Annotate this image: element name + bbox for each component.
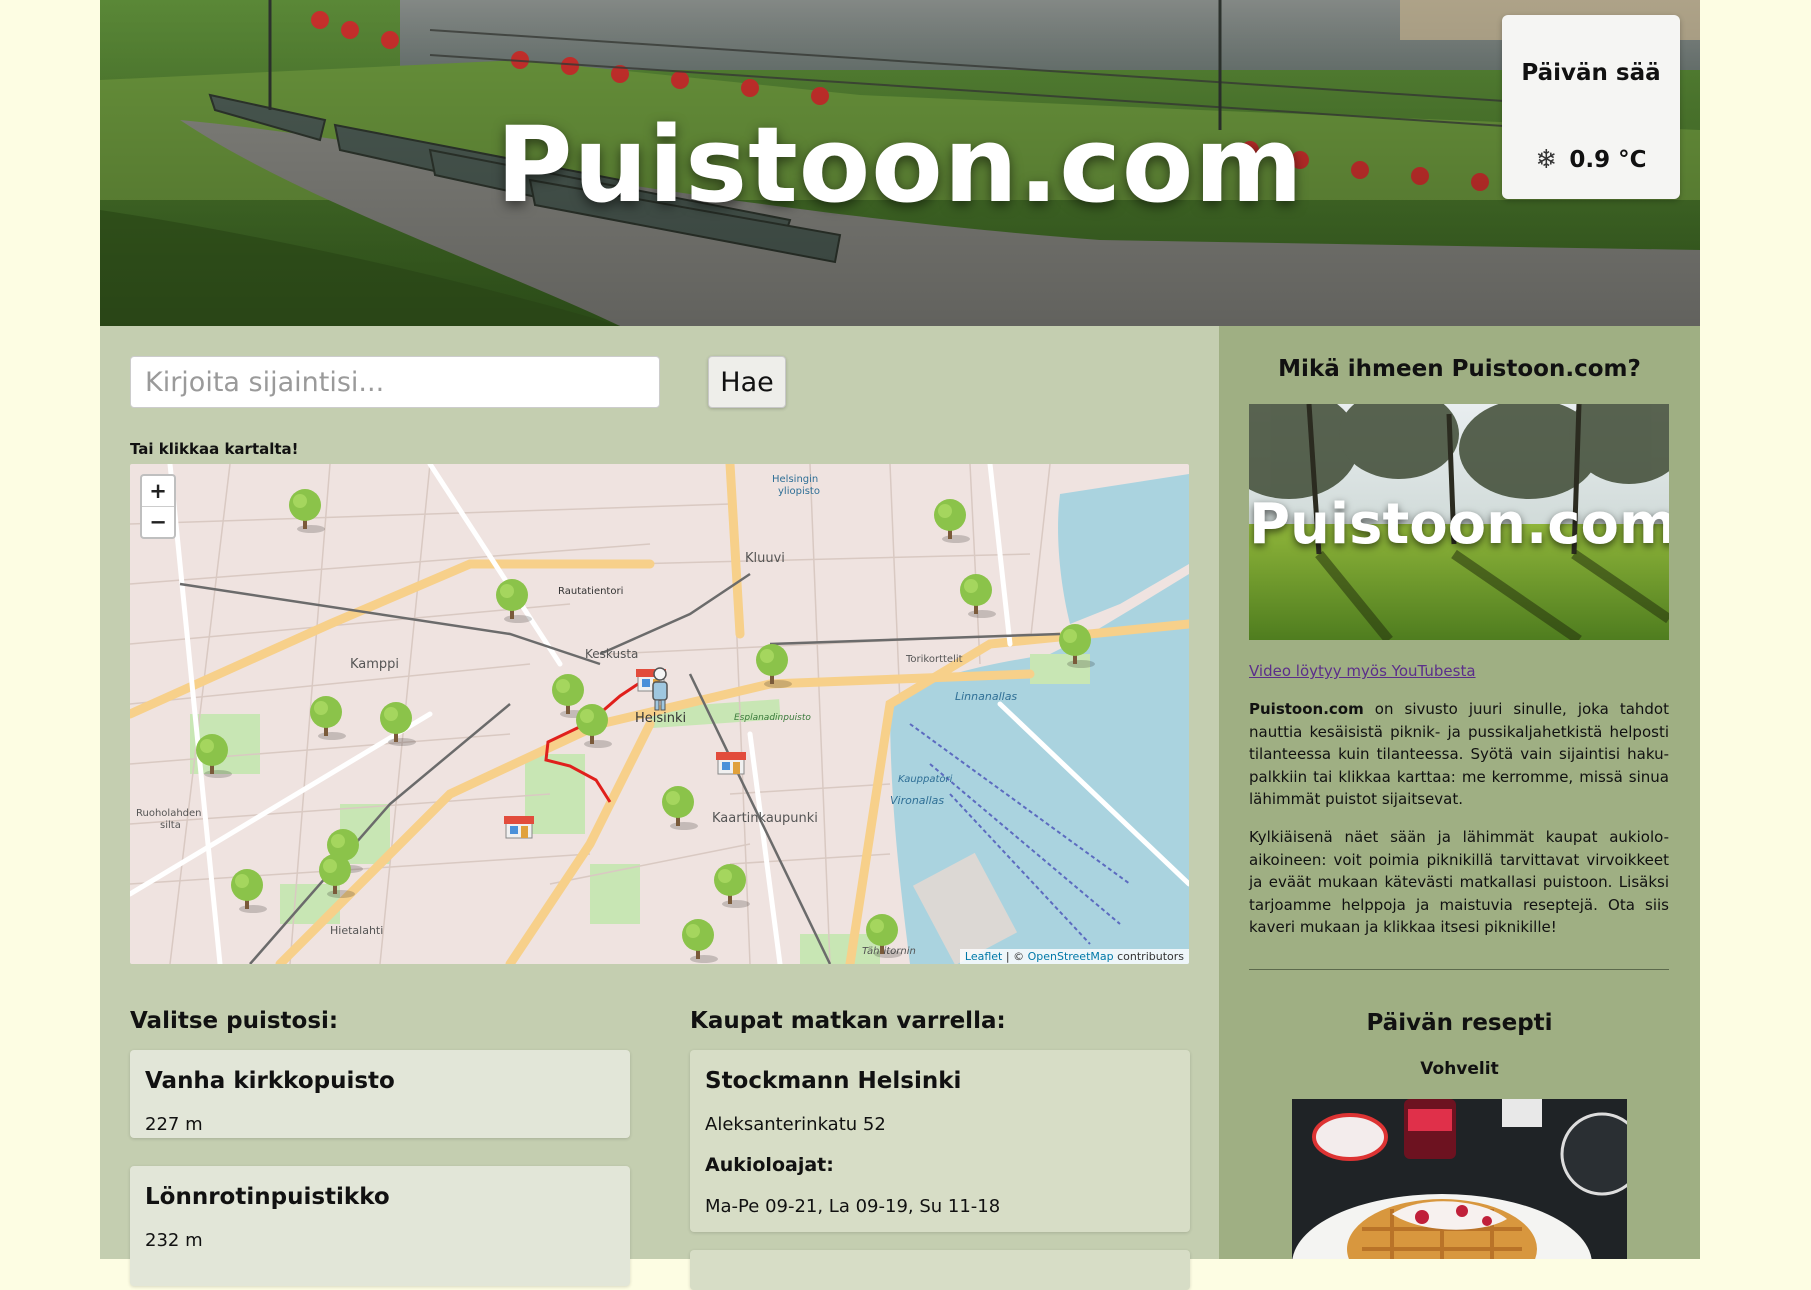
map-label-hietalahti: Hietalahti: [330, 924, 383, 937]
attribution-separator: | ©: [1002, 950, 1028, 963]
video-thumb-title: Puistoon.com: [1249, 492, 1669, 557]
map-zoom-control: + −: [140, 474, 176, 539]
search-button[interactable]: Hae: [708, 356, 786, 408]
map-label-rautatientori: Rautatientori: [558, 586, 623, 597]
snowflake-icon: ❄: [1535, 145, 1558, 175]
map-label-kauppatori: Kauppatori: [898, 774, 953, 785]
map-label-yliopisto: Helsingin: [772, 474, 818, 485]
shop-hours-label: Aukioloajat:: [705, 1154, 834, 1176]
map-label-kamppi: Kamppi: [350, 657, 399, 672]
park-map[interactable]: Kamppi Kluuvi Keskusta Helsinki Kaartink…: [130, 464, 1189, 964]
sidebar-divider: [1249, 969, 1669, 970]
sidebar: Mikä ihmeen Puistoon.com? Puistoon.com V…: [1219, 326, 1700, 1259]
parks-heading: Valitse puistosi:: [130, 1008, 339, 1034]
park-name: Vanha kirkkopuisto: [145, 1068, 395, 1094]
about-paragraph-1: Puistoon.com on sivusto juuri sinulle, j…: [1249, 698, 1669, 811]
about-brand: Puistoon.com: [1249, 700, 1364, 718]
shop-name: Stockmann Helsinki: [705, 1068, 962, 1094]
about-heading: Mikä ihmeen Puistoon.com?: [1278, 356, 1641, 382]
park-distance: 232 m: [145, 1230, 203, 1251]
recipe-name: Vohvelit: [1420, 1059, 1499, 1079]
zoom-out-button[interactable]: −: [142, 507, 174, 537]
recipe-photo: [1292, 1099, 1627, 1259]
weather-widget: Päivän sää ❄ 0.9 °C: [1502, 15, 1680, 199]
shop-icon: [716, 752, 746, 775]
shop-card: [690, 1250, 1190, 1290]
park-distance: 227 m: [145, 1114, 203, 1135]
map-label-esplanadi: Esplanadinpuisto: [734, 713, 811, 723]
openstreetmap-link[interactable]: OpenStreetMap: [1028, 950, 1114, 963]
weather-temperature: 0.9 °C: [1569, 147, 1647, 173]
shop-address: Aleksanterinkatu 52: [705, 1114, 886, 1135]
recipe-heading: Päivän resepti: [1366, 1010, 1553, 1036]
park-card[interactable]: Lönnrotinpuistikko 232 m: [130, 1166, 630, 1286]
weather-reading: ❄ 0.9 °C: [1502, 147, 1680, 173]
map-tiles[interactable]: Kamppi Kluuvi Keskusta Helsinki Kaartink…: [130, 464, 1189, 964]
map-label-ruoholahti-silta: silta: [160, 820, 181, 831]
map-label-vironallas: Vironallas: [890, 794, 944, 807]
map-label-torikorttelit: Torikorttelit: [905, 654, 963, 665]
main-content: Hae Tai klikkaa kartalta!: [100, 326, 1219, 1290]
header-banner: Puistoon.com Päivän sää ❄ 0.9 °C: [100, 0, 1700, 326]
map-label-ruoholahti: Ruoholahden: [136, 808, 202, 819]
map-label-yliopisto-2: yliopisto: [778, 486, 820, 497]
park-name: Lönnrotinpuistikko: [145, 1184, 390, 1210]
youtube-link[interactable]: Video löytyy myös YouTubesta: [1249, 662, 1476, 680]
intro-video-thumbnail[interactable]: Puistoon.com: [1249, 404, 1669, 640]
shop-card: Stockmann Helsinki Aleksanterinkatu 52 A…: [690, 1050, 1190, 1232]
park-card[interactable]: Vanha kirkkopuisto 227 m: [130, 1050, 630, 1138]
page: Puistoon.com Päivän sää ❄ 0.9 °C Hae Tai…: [100, 0, 1700, 1290]
map-hint: Tai klikkaa kartalta!: [130, 440, 299, 458]
shop-hours: Ma-Pe 09-21, La 09-19, Su 11-18: [705, 1196, 1001, 1217]
zoom-in-button[interactable]: +: [142, 476, 174, 507]
map-label-helsinki: Helsinki: [635, 711, 686, 726]
about-paragraph-2: Kylkiäisenä näet sään ja lähimmät kaupat…: [1249, 828, 1669, 936]
waffles-image: [1292, 1099, 1627, 1259]
shop-icon: [504, 816, 534, 839]
location-search-input[interactable]: [130, 356, 660, 408]
site-title: Puistoon.com: [496, 104, 1304, 226]
map-label-keskusta: Keskusta: [585, 647, 638, 661]
leaflet-link[interactable]: Leaflet: [965, 950, 1002, 963]
map-label-kluuvi: Kluuvi: [745, 551, 785, 566]
map-attribution: Leaflet | © OpenStreetMap contributors: [959, 949, 1189, 964]
weather-title: Päivän sää: [1521, 60, 1661, 86]
attribution-suffix: contributors: [1113, 950, 1184, 963]
map-label-linnanallas: Linnanallas: [955, 690, 1017, 703]
shops-heading: Kaupat matkan varrella:: [690, 1008, 1006, 1034]
map-label-kaartinkaupunki: Kaartinkaupunki: [712, 811, 818, 826]
